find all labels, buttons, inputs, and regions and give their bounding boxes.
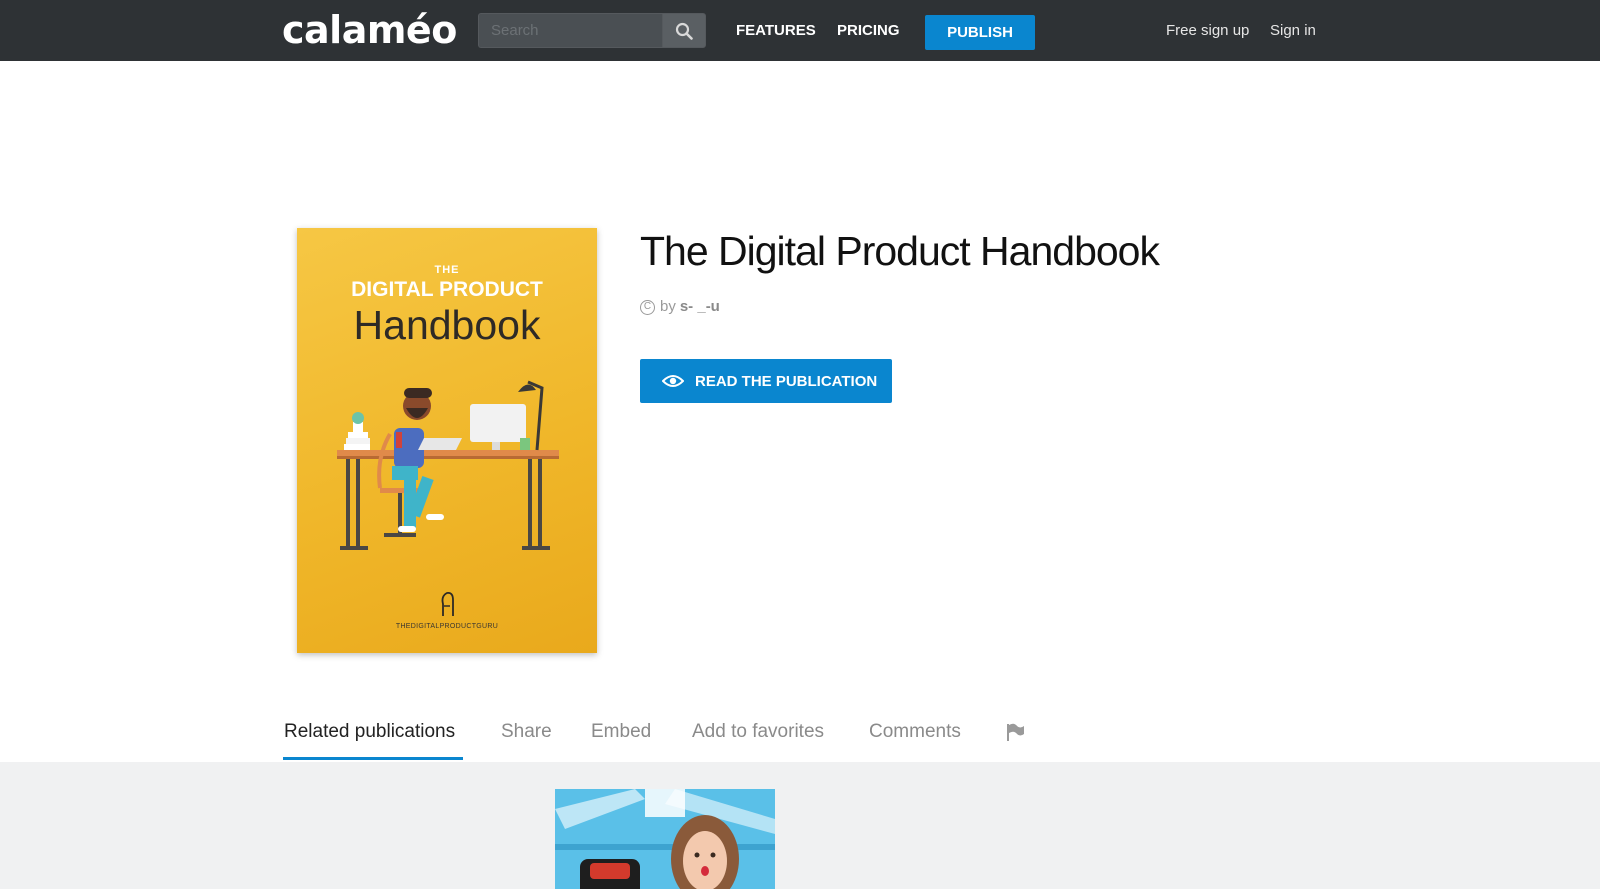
cover-kicker: THE: [434, 264, 460, 276]
publication-cover[interactable]: THE DIGITAL PRODUCT Handbook THEDIGITALP…: [297, 228, 597, 653]
nav-pricing[interactable]: PRICING: [837, 21, 900, 41]
read-publication-label: READ THE PUBLICATION: [695, 372, 878, 390]
cover-title-line2: Handbook: [353, 302, 541, 348]
guru-logo: [441, 591, 454, 616]
calameo-logo[interactable]: calaméo: [282, 10, 457, 50]
nav-features[interactable]: FEATURES: [736, 21, 816, 41]
search-input[interactable]: [478, 13, 662, 48]
flag-icon[interactable]: [1005, 722, 1025, 742]
author-link[interactable]: s- _-u: [680, 297, 720, 317]
top-navigation-bar: calaméo FEATURES PRICING PUBLISH Free si…: [0, 0, 1600, 61]
related-publication-thumbnail[interactable]: [555, 789, 775, 889]
cover-title-line1: DIGITAL PRODUCT: [351, 278, 543, 301]
publication-title: The Digital Product Handbook: [640, 228, 1160, 274]
by-label: by: [660, 298, 676, 315]
search-icon: [675, 22, 693, 40]
search-box: [478, 13, 706, 48]
related-publications-section: [0, 762, 1600, 889]
tab-embed[interactable]: Embed: [591, 720, 651, 744]
free-signup-link[interactable]: Free sign up: [1166, 21, 1249, 41]
signin-link[interactable]: Sign in: [1270, 21, 1316, 41]
publication-tabs: Related publications Share Embed Add to …: [283, 712, 1083, 762]
eye-icon: [662, 375, 684, 387]
tab-related-publications[interactable]: Related publications: [284, 720, 455, 744]
cover-footer-brand: THEDIGITALPRODUCTGURU: [395, 623, 499, 630]
tab-comments[interactable]: Comments: [869, 720, 961, 744]
desk-illustration: [337, 380, 559, 550]
copyright-icon: C: [640, 299, 655, 315]
active-tab-indicator: [283, 757, 463, 760]
publish-button[interactable]: PUBLISH: [925, 15, 1035, 50]
tab-share[interactable]: Share: [501, 720, 552, 744]
tab-add-to-favorites[interactable]: Add to favorites: [692, 720, 824, 744]
read-publication-button[interactable]: READ THE PUBLICATION: [640, 359, 892, 403]
search-button[interactable]: [662, 13, 706, 48]
publication-byline: C by s- _-u: [640, 297, 720, 317]
